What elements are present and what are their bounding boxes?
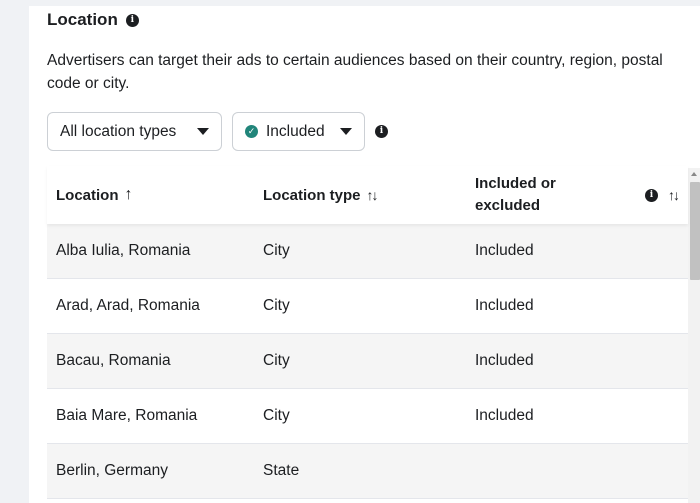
cell-location: Arad, Arad, Romania xyxy=(56,297,200,314)
cell-location-type: City xyxy=(263,297,290,314)
table-row: Berlin, Germany State xyxy=(47,444,688,499)
inclusion-label: Included xyxy=(266,122,325,140)
arrow-up-icon[interactable]: ↑ xyxy=(125,186,133,204)
table-row: Arad, Arad, Romania City Included xyxy=(47,279,688,334)
location-types-dropdown[interactable]: All location types xyxy=(47,112,222,151)
cell-status: Included xyxy=(475,242,534,259)
sort-icon[interactable]: ↑↓ xyxy=(367,187,379,203)
check-circle-icon: ✓ xyxy=(245,125,258,138)
cell-location: Alba Iulia, Romania xyxy=(56,242,191,259)
table-row: Alba Iulia, Romania City Included xyxy=(47,224,688,279)
section-title: Location xyxy=(47,10,118,29)
cell-location-type: City xyxy=(263,352,290,369)
scroll-up-arrow-icon[interactable] xyxy=(691,172,697,176)
column-header-label: Location xyxy=(56,186,119,204)
chevron-down-icon xyxy=(197,128,209,135)
cell-location-type: City xyxy=(263,407,290,424)
location-card: Location i Advertisers can target their … xyxy=(29,6,700,503)
sort-icon[interactable]: ↑↓ xyxy=(668,187,680,203)
locations-table: Location ↑ Location type ↑↓ Included or … xyxy=(47,166,688,499)
column-header-location-type[interactable]: Location type ↑↓ xyxy=(263,187,475,204)
cell-status: Included xyxy=(475,407,534,424)
cell-location: Baia Mare, Romania xyxy=(56,407,198,424)
column-header-label-line1: Included or xyxy=(475,175,556,192)
table-row: Baia Mare, Romania City Included xyxy=(47,389,688,444)
table-row: Bacau, Romania City Included xyxy=(47,334,688,389)
inclusion-dropdown[interactable]: ✓ Included xyxy=(232,112,365,151)
table-header: Location ↑ Location type ↑↓ Included or … xyxy=(47,166,688,224)
info-icon[interactable]: i xyxy=(645,188,658,202)
cell-status: Included xyxy=(475,352,534,369)
location-types-label: All location types xyxy=(60,122,177,140)
column-header-label: Location type xyxy=(263,186,361,204)
info-icon[interactable]: i xyxy=(375,125,388,138)
cell-location-type: State xyxy=(263,462,300,479)
cell-location-type: City xyxy=(263,242,290,259)
page-background-left xyxy=(0,0,29,503)
scrollbar-thumb[interactable] xyxy=(690,182,700,280)
cell-status: Included xyxy=(475,297,534,314)
column-header-label: Included or excluded xyxy=(475,173,556,217)
info-icon[interactable]: i xyxy=(125,13,139,27)
column-header-included[interactable]: Included or excluded xyxy=(475,173,618,217)
cell-location: Berlin, Germany xyxy=(56,462,168,479)
table-scrollbar[interactable] xyxy=(688,168,700,503)
filter-bar: All location types ✓ Included i xyxy=(47,112,388,151)
cell-location: Bacau, Romania xyxy=(56,352,171,369)
column-header-label-line2: excluded xyxy=(475,197,541,214)
section-header: Location i xyxy=(47,10,139,30)
section-description: Advertisers can target their ads to cert… xyxy=(47,52,663,92)
chevron-down-icon xyxy=(340,128,352,135)
column-header-location[interactable]: Location ↑ xyxy=(47,186,263,204)
column-header-actions: i ↑↓ xyxy=(618,187,688,203)
